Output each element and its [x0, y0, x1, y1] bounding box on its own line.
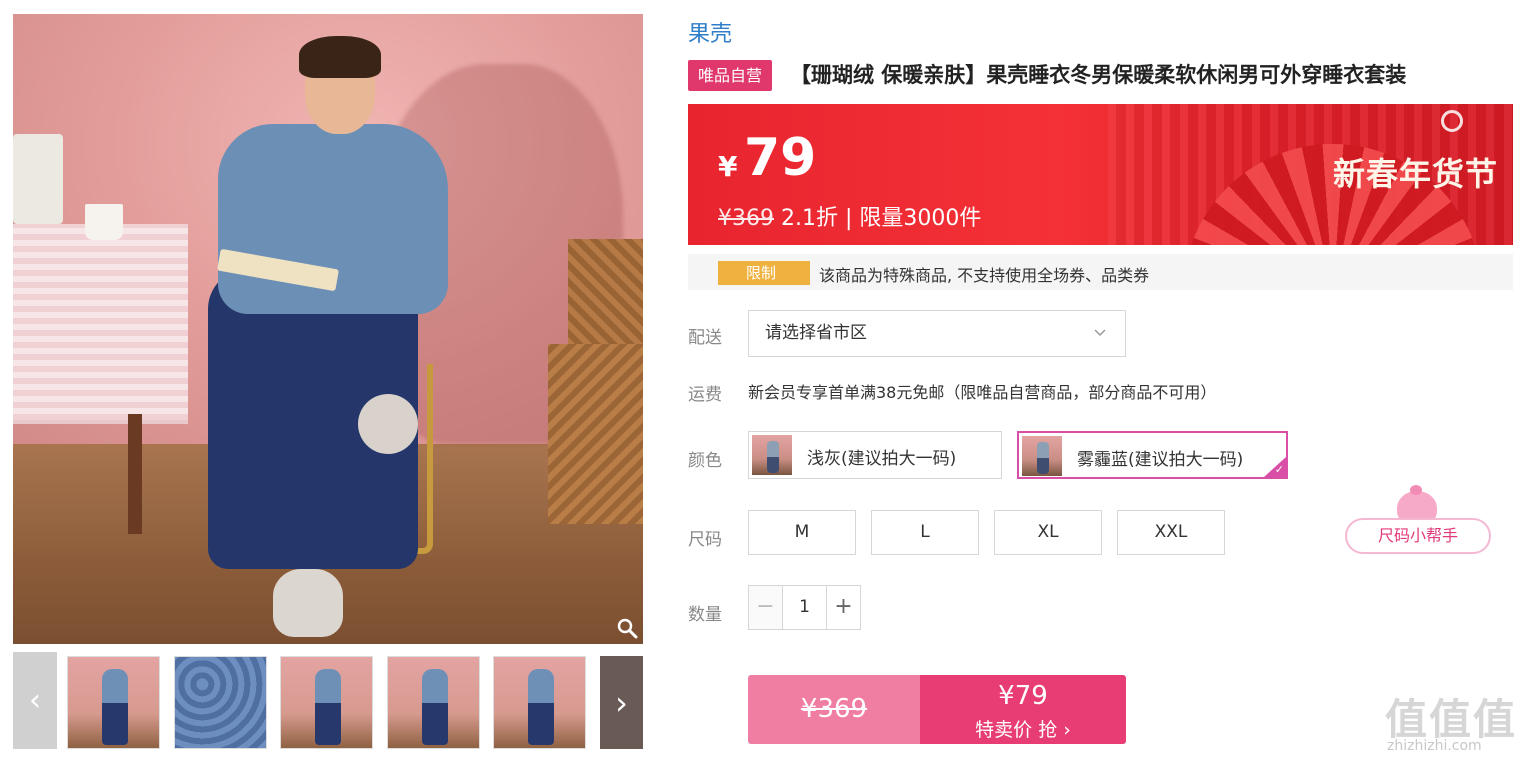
- photo-table: [13, 224, 188, 424]
- coin-icon: [1441, 110, 1463, 132]
- thumbnail[interactable]: [67, 656, 160, 749]
- photo-table-leg: [128, 414, 142, 534]
- photo-mug: [85, 204, 123, 240]
- color-option-light-gray[interactable]: 浅灰(建议拍大一码): [748, 431, 1002, 479]
- buy-sale-section: ¥79 特卖价 抢 ›: [920, 675, 1126, 744]
- main-product-image[interactable]: [13, 14, 643, 644]
- quantity-label: 数量: [688, 605, 722, 625]
- color-option-label: 雾霾蓝(建议拍大一码): [1077, 450, 1244, 470]
- brand-link[interactable]: 果壳: [688, 16, 732, 48]
- model-slipper: [358, 394, 418, 454]
- thumbnail-prev-button[interactable]: ‹: [13, 652, 57, 749]
- buy-button[interactable]: ¥369 ¥79 特卖价 抢 ›: [748, 675, 1126, 744]
- price-subline: ¥369 2.1折 | 限量3000件: [718, 200, 981, 232]
- zoom-icon[interactable]: [615, 616, 639, 640]
- color-label: 颜色: [688, 451, 722, 471]
- buy-cta-label: 特卖价 抢 ›: [975, 719, 1071, 741]
- model-slipper: [273, 569, 343, 637]
- chevron-left-icon: ‹: [29, 683, 41, 718]
- quantity-input[interactable]: 1: [783, 586, 826, 629]
- photo-basket: [548, 344, 643, 524]
- model-hair: [299, 36, 381, 78]
- thumbnail-next-button[interactable]: ›: [600, 656, 643, 749]
- current-price: 79: [744, 128, 817, 188]
- color-option-haze-blue[interactable]: 雾霾蓝(建议拍大一码) ✓: [1017, 431, 1288, 479]
- buy-sale-price: ¥79: [998, 681, 1048, 711]
- watermark-url: zhizhizhi.com: [1387, 738, 1482, 754]
- thumbnail[interactable]: [280, 656, 373, 749]
- region-select-value: 请选择省市区: [765, 323, 867, 343]
- shipping-label: 运费: [688, 385, 722, 405]
- size-helper[interactable]: 尺码小帮手: [1345, 485, 1493, 556]
- buy-original-price: ¥369: [748, 675, 920, 744]
- quantity-stepper: − 1 +: [748, 585, 861, 630]
- restriction-row: 限制 该商品为特殊商品, 不支持使用全场券、品类券: [688, 254, 1513, 290]
- size-option-xxl[interactable]: XXL: [1117, 510, 1225, 555]
- thumbnail[interactable]: [174, 656, 267, 749]
- size-option-l[interactable]: L: [871, 510, 979, 555]
- chevron-down-icon: [1093, 311, 1107, 373]
- discount-info: 2.1折 | 限量3000件: [781, 206, 982, 231]
- product-title: 【珊瑚绒 保暖亲肤】果壳睡衣冬男保暖柔软休闲男可外穿睡衣套装: [790, 63, 1407, 87]
- size-label: 尺码: [688, 530, 722, 550]
- currency-symbol: ¥: [718, 150, 738, 183]
- chevron-right-icon: ›: [615, 683, 628, 722]
- thumbnail[interactable]: [387, 656, 480, 749]
- original-price: ¥369: [718, 206, 774, 231]
- size-option-m[interactable]: M: [748, 510, 856, 555]
- size-helper-label: 尺码小帮手: [1345, 518, 1491, 554]
- shipping-text: 新会员专享首单满38元免邮（限唯品自营商品，部分商品不可用）: [748, 383, 1217, 402]
- color-swatch-image: [752, 435, 792, 475]
- site-watermark: 值值值 zhizhizhi.com: [1385, 686, 1525, 756]
- photo-toaster: [13, 134, 63, 224]
- size-option-xl[interactable]: XL: [994, 510, 1102, 555]
- quantity-increase-button[interactable]: +: [826, 586, 860, 629]
- price-banner: ¥ 79 ¥369 2.1折 | 限量3000件 新春年货节: [688, 104, 1513, 245]
- thumbnail-strip: ‹ ›: [13, 652, 643, 749]
- delivery-label: 配送: [688, 328, 722, 348]
- check-icon: ✓: [1274, 463, 1284, 476]
- region-select[interactable]: 请选择省市区: [748, 310, 1126, 357]
- festival-title: 新春年货节: [1333, 155, 1499, 193]
- restriction-badge: 限制: [718, 261, 810, 285]
- thumbnail[interactable]: [493, 656, 586, 749]
- quantity-decrease-button[interactable]: −: [749, 586, 783, 629]
- restriction-text: 该商品为特殊商品, 不支持使用全场券、品类券: [819, 266, 1150, 285]
- vip-self-operated-badge: 唯品自营: [688, 60, 772, 91]
- color-option-label: 浅灰(建议拍大一码): [807, 449, 957, 469]
- color-swatch-image: [1022, 436, 1062, 476]
